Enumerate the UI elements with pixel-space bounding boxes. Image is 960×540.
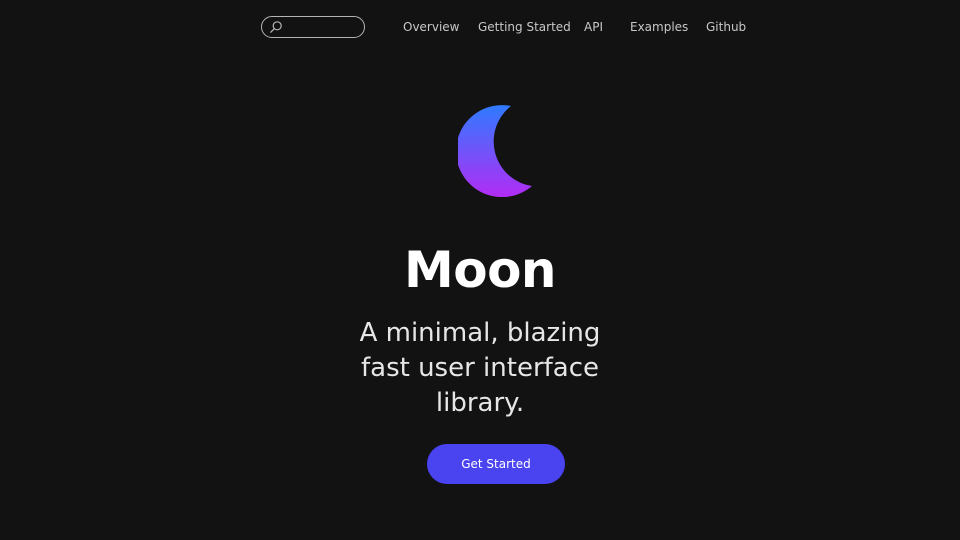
top-navbar: Overview Getting Started API Examples Gi… xyxy=(0,0,960,56)
page: Overview Getting Started API Examples Gi… xyxy=(0,0,960,540)
get-started-button[interactable]: Get Started xyxy=(427,444,565,484)
nav-link-overview[interactable]: Overview xyxy=(403,19,460,35)
hero-title: Moon xyxy=(403,241,557,299)
crescent-moon-icon xyxy=(458,105,532,197)
tagline-line: library. xyxy=(435,388,525,418)
tagline-line: A minimal, blazing xyxy=(359,318,601,348)
nav-link-github[interactable]: Github xyxy=(706,19,746,35)
nav-link-examples[interactable]: Examples xyxy=(630,19,688,35)
tagline-line: fast user interface xyxy=(360,353,600,383)
search-icon xyxy=(270,21,282,33)
search-input[interactable] xyxy=(286,18,360,36)
hero-tagline: A minimal, blazing fast user interface l… xyxy=(330,316,630,421)
nav-link-getting-started[interactable]: Getting Started xyxy=(478,19,571,35)
nav-link-api[interactable]: API xyxy=(584,19,603,35)
search-box[interactable] xyxy=(261,16,365,38)
